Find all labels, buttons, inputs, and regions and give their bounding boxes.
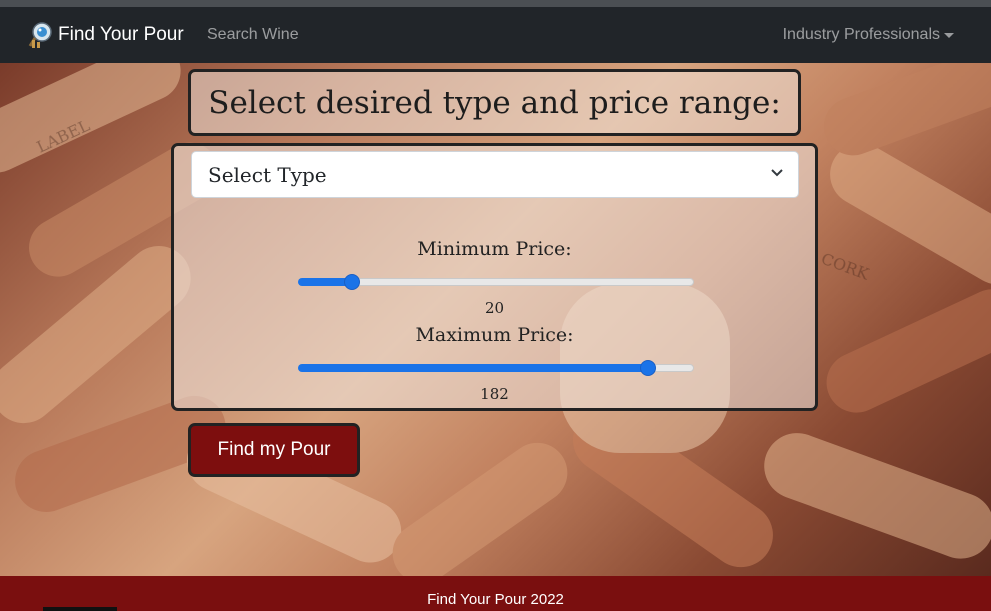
- min-price-slider[interactable]: [298, 274, 694, 290]
- nav-search-wine[interactable]: Search Wine: [207, 26, 299, 44]
- window-top-strip: [0, 0, 991, 7]
- nav-industry-dropdown[interactable]: Industry Professionals: [783, 26, 954, 44]
- nav-industry-label: Industry Professionals: [782, 26, 940, 43]
- chevron-down-icon: [771, 169, 783, 177]
- caret-down-icon: [944, 32, 954, 38]
- max-price-thumb[interactable]: [640, 360, 656, 376]
- min-price-value: 20: [484, 299, 505, 317]
- brand-link[interactable]: Find Your Pour: [26, 19, 184, 51]
- max-price-slider[interactable]: [298, 360, 694, 376]
- form-heading-box: Select desired type and price range:: [188, 69, 801, 136]
- max-price-fill: [298, 364, 648, 372]
- brand-name: Find Your Pour: [58, 24, 184, 45]
- wine-logo-icon: [28, 22, 52, 48]
- max-price-label: Maximum Price:: [415, 324, 574, 346]
- min-price-thumb[interactable]: [343, 274, 360, 290]
- wine-type-select[interactable]: Select Type: [191, 151, 799, 198]
- filter-panel: Select Type Minimum Price: 20 Maximum Pr…: [171, 143, 818, 411]
- find-my-pour-button[interactable]: Find my Pour: [188, 423, 360, 477]
- min-price-label: Minimum Price:: [417, 238, 572, 260]
- navbar: Find Your Pour Search Wine Industry Prof…: [0, 7, 991, 63]
- form-heading: Select desired type and price range:: [208, 84, 781, 121]
- footer-tab-indicator: [43, 607, 117, 611]
- svg-text:CORK: CORK: [819, 249, 873, 284]
- max-price-value: 182: [480, 385, 509, 403]
- footer-text: Find Your Pour 2022: [427, 591, 564, 608]
- wine-type-selected: Select Type: [208, 163, 327, 187]
- footer: Find Your Pour 2022: [0, 576, 991, 611]
